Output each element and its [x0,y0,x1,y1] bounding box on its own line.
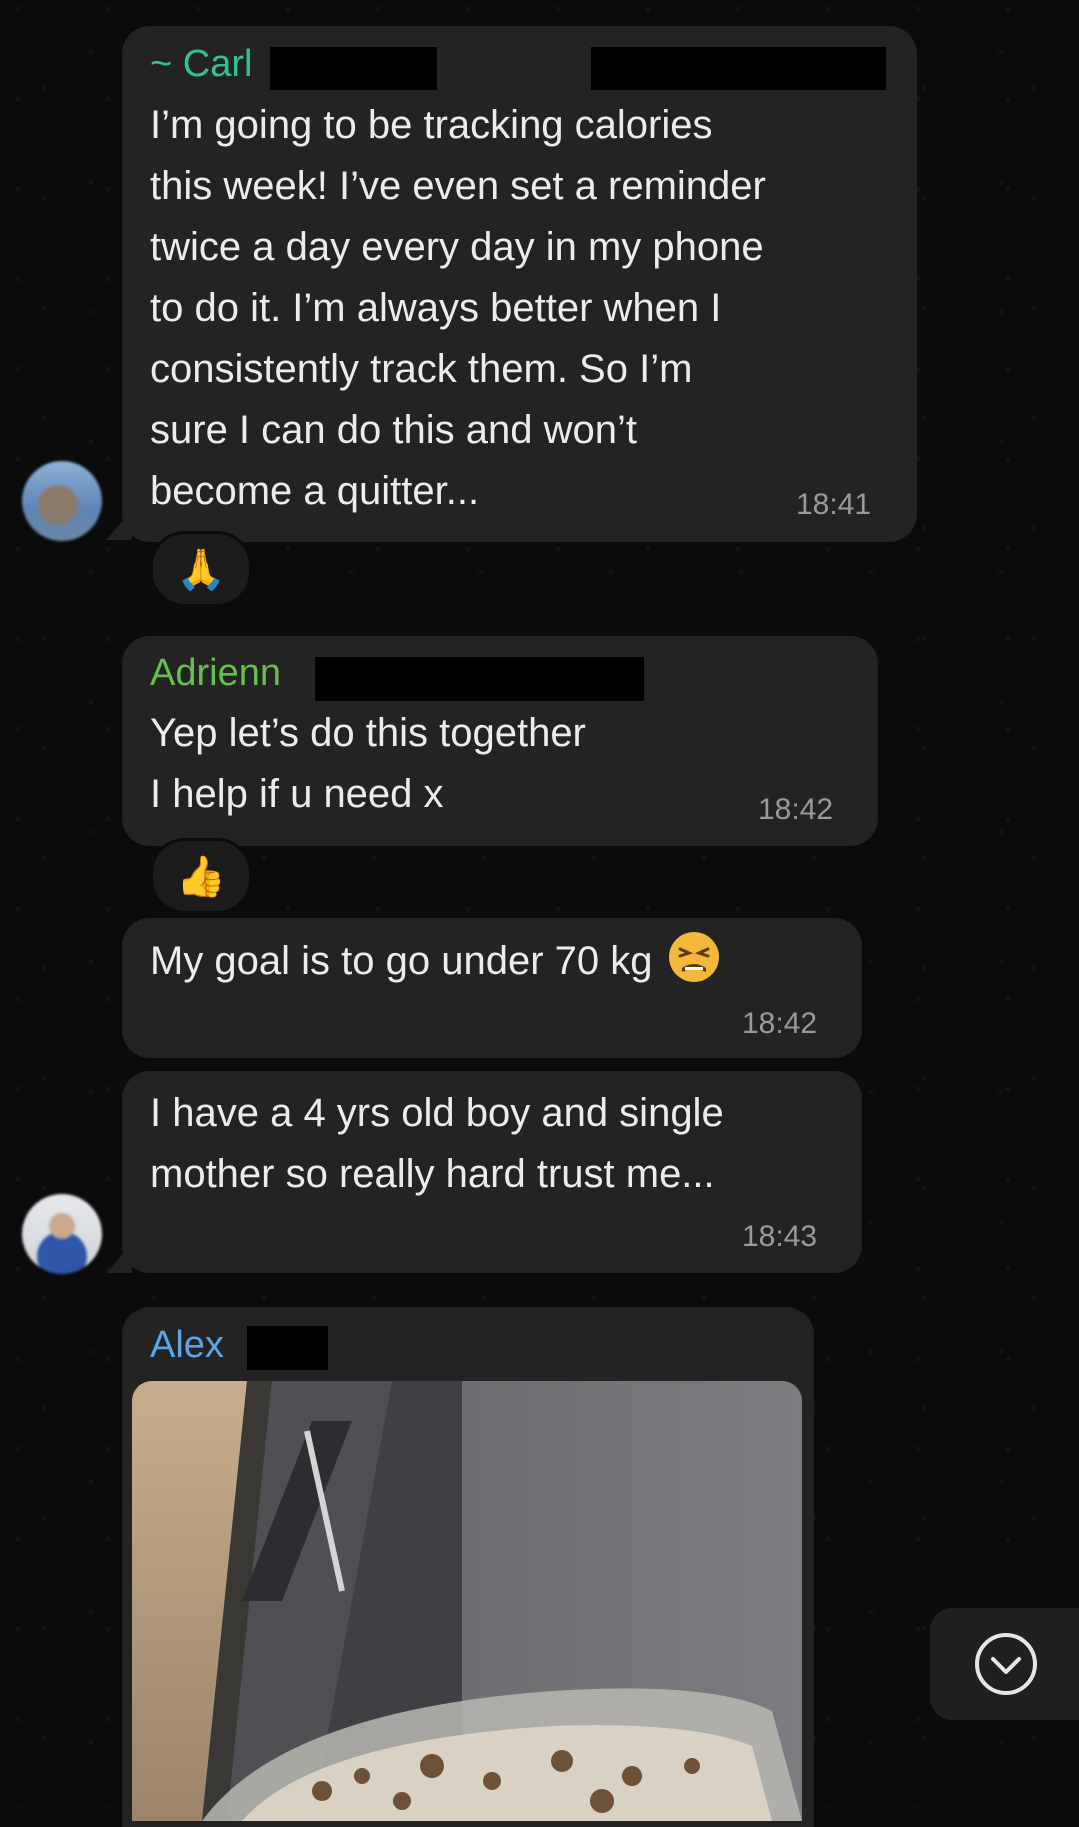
avatar[interactable] [22,1194,102,1274]
message-text: I’m going to be tracking calories this w… [150,103,766,513]
bubble-tail [106,1243,132,1273]
avatar-carl[interactable] [22,461,102,541]
message-time: 18:42 [758,793,834,826]
reaction-badge[interactable]: 👍 [150,838,252,914]
sender-name-adrienn[interactable]: Adrienn [150,652,281,695]
photo-content [132,1381,802,1821]
sender-name-alex[interactable]: Alex [150,1324,224,1367]
message-text-line: My goal is to go under 70 kg [150,930,850,992]
chevron-down-circle-icon [975,1633,1037,1695]
sender-name-carl[interactable]: ~ Carl [150,43,252,86]
message-time: 18:43 [742,1220,818,1253]
redacted-box [315,657,644,701]
reaction-badge[interactable]: 🙏 [150,531,252,607]
tired-face-icon [668,932,719,982]
redacted-box [247,1326,328,1370]
food-container-photo[interactable] [132,1381,802,1821]
message-time: 18:41 [796,488,872,521]
redacted-box [591,47,886,90]
folded-hands-icon: 🙏 [176,547,226,592]
bubble-tail [106,510,132,540]
message-time: 18:42 [742,1007,818,1040]
thumbs-up-icon: 👍 [176,854,226,899]
redacted-box [270,47,437,90]
message-text: My goal is to go under 70 kg [150,939,653,983]
message-text: I have a 4 yrs old boy and single mother… [150,1091,724,1196]
message-text: Yep let’s do this together I help if u n… [150,711,586,816]
scroll-to-bottom-button[interactable] [930,1608,1079,1720]
